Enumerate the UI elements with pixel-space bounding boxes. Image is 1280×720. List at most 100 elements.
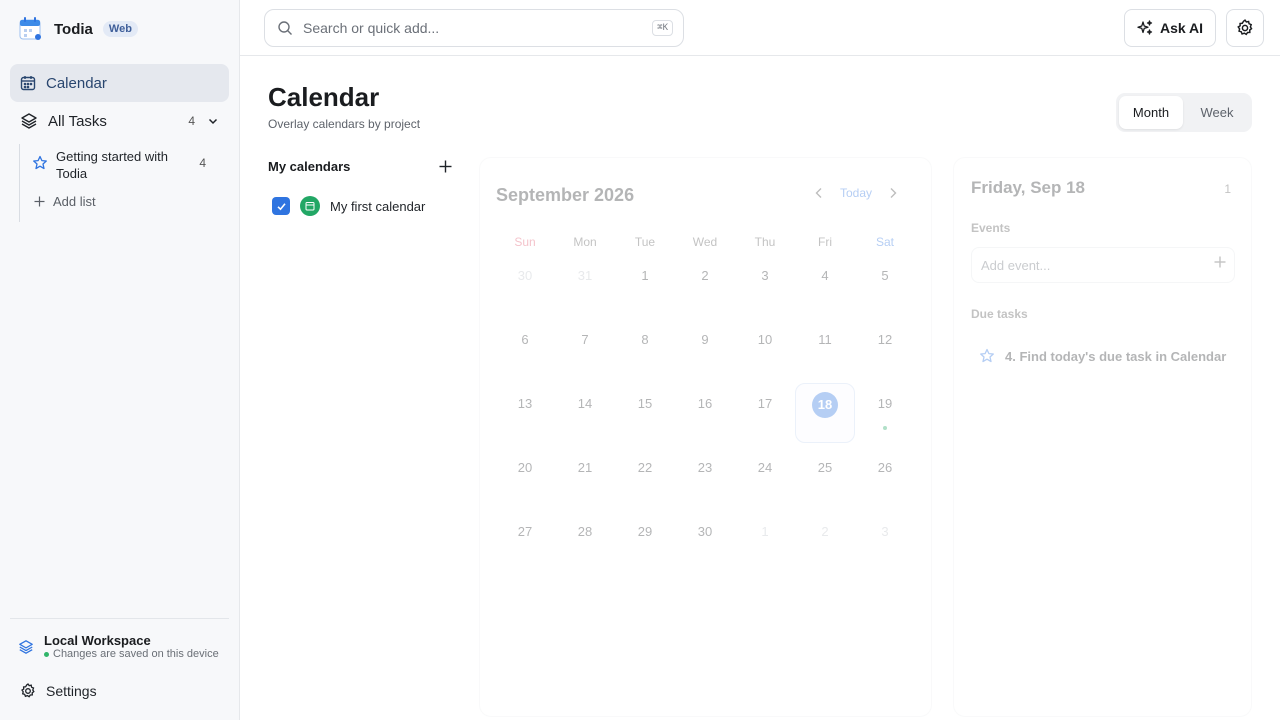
settings-label: Settings — [46, 683, 97, 699]
day-cell[interactable]: 31 — [555, 255, 615, 315]
day-cell[interactable]: 2 — [795, 511, 855, 571]
day-cell[interactable]: 5 — [855, 255, 915, 315]
day-cell[interactable]: 19 — [855, 383, 915, 443]
sidebar-item-project[interactable]: Getting started with Todia 4 — [32, 148, 212, 182]
workspace-switcher[interactable]: Local Workspace Changes are saved on thi… — [10, 618, 229, 660]
day-cell[interactable]: 16 — [675, 383, 735, 443]
day-number: 7 — [581, 332, 589, 347]
day-number: 28 — [577, 524, 593, 539]
top-bar: ⌘K Ask AI — [240, 0, 1280, 56]
layers-icon — [18, 639, 34, 655]
weekday-label: Tue — [634, 235, 656, 249]
day-cell[interactable]: 1 — [735, 511, 795, 571]
day-cell[interactable]: 26 — [855, 447, 915, 507]
day-cell[interactable]: 7 — [555, 319, 615, 379]
day-cell[interactable]: 13 — [495, 383, 555, 443]
day-number: 11 — [818, 332, 832, 347]
settings-button[interactable] — [1226, 9, 1264, 47]
day-cell[interactable]: 30 — [675, 511, 735, 571]
sidebar: Todia Web Calendar All Tasks 4 Getting s… — [0, 0, 240, 720]
day-cell[interactable]: 4 — [795, 255, 855, 315]
sidebar-item-settings[interactable]: Settings — [10, 680, 229, 702]
page-subtitle: Overlay calendars by project — [268, 117, 421, 131]
day-number: 22 — [637, 460, 653, 475]
brand[interactable]: Todia Web — [18, 16, 138, 42]
workspace-status-text: Changes are saved on this device — [53, 648, 219, 660]
day-item-count: 1 — [1224, 182, 1231, 196]
ask-ai-label: Ask AI — [1159, 20, 1204, 36]
day-cell[interactable]: 6 — [495, 319, 555, 379]
day-number: 8 — [641, 332, 649, 347]
day-number: 30 — [697, 524, 713, 539]
sidebar-item-label: Calendar — [46, 74, 107, 92]
day-cell[interactable]: 3 — [855, 511, 915, 571]
search-box[interactable]: ⌘K — [264, 9, 684, 47]
day-cell-selected[interactable]: 18 — [795, 383, 855, 443]
day-number: 2 — [701, 268, 709, 283]
sidebar-item-calendar[interactable]: Calendar — [10, 64, 229, 102]
day-cell[interactable]: 14 — [555, 383, 615, 443]
add-calendar-button[interactable] — [436, 157, 454, 175]
view-week-button[interactable]: Week — [1185, 96, 1249, 129]
status-dot — [44, 651, 49, 657]
day-number: 14 — [577, 396, 593, 411]
day-number: 16 — [697, 396, 713, 411]
day-number: 6 — [521, 332, 529, 347]
day-number: 21 — [577, 460, 593, 475]
today-button[interactable]: Today — [840, 186, 872, 200]
day-number: 3 — [761, 268, 769, 283]
task-count: 4 — [188, 114, 195, 128]
chevron-down-icon[interactable] — [207, 115, 219, 127]
day-cell[interactable]: 10 — [735, 319, 795, 379]
day-cell[interactable]: 28 — [555, 511, 615, 571]
calendar-list-item[interactable]: My first calendar — [272, 196, 425, 216]
ask-ai-button[interactable]: Ask AI — [1124, 9, 1216, 47]
weekday-label: Fri — [818, 235, 832, 249]
chevron-left-icon[interactable] — [814, 187, 824, 199]
add-event-input[interactable]: Add event... — [971, 247, 1235, 283]
day-cell[interactable]: 20 — [495, 447, 555, 507]
calendar-color-icon — [300, 196, 320, 216]
day-number: 13 — [517, 396, 533, 411]
due-task-item[interactable]: 4. Find today's due task in Calendar — [979, 348, 1229, 364]
day-cell[interactable]: 8 — [615, 319, 675, 379]
chevron-right-icon[interactable] — [888, 187, 898, 199]
day-number: 23 — [697, 460, 713, 475]
day-cell[interactable]: 15 — [615, 383, 675, 443]
day-cell[interactable]: 11 — [795, 319, 855, 379]
weekday-label: Mon — [573, 235, 597, 249]
day-cell[interactable]: 30 — [495, 255, 555, 315]
day-cell[interactable]: 27 — [495, 511, 555, 571]
layers-icon — [20, 112, 38, 130]
gear-icon — [20, 683, 36, 699]
day-cell[interactable]: 12 — [855, 319, 915, 379]
sidebar-item-all-tasks[interactable]: All Tasks 4 — [10, 102, 229, 140]
plus-icon[interactable] — [1214, 256, 1226, 268]
day-cell[interactable]: 23 — [675, 447, 735, 507]
plus-icon — [34, 196, 45, 207]
day-cell[interactable]: 2 — [675, 255, 735, 315]
day-cell[interactable]: 9 — [675, 319, 735, 379]
calendar-checkbox[interactable] — [272, 197, 290, 215]
view-month-button[interactable]: Month — [1119, 96, 1183, 129]
add-list-button[interactable]: Add list — [34, 194, 96, 209]
day-detail-panel: Friday, Sep 18 1 Events Add event... Due… — [953, 157, 1252, 717]
day-cell[interactable]: 1 — [615, 255, 675, 315]
search-input[interactable] — [303, 20, 633, 36]
calendar-icon — [20, 75, 36, 91]
day-number: 19 — [877, 396, 893, 411]
weekday-label: Sat — [875, 235, 894, 249]
day-number: 10 — [757, 332, 773, 347]
day-cell[interactable]: 22 — [615, 447, 675, 507]
day-number: 9 — [701, 332, 709, 347]
day-number: 20 — [517, 460, 533, 475]
day-cell[interactable]: 24 — [735, 447, 795, 507]
day-cell[interactable]: 25 — [795, 447, 855, 507]
day-cell[interactable]: 3 — [735, 255, 795, 315]
day-number: 2 — [821, 524, 829, 539]
day-cell[interactable]: 29 — [615, 511, 675, 571]
project-label: Getting started with Todia — [56, 149, 168, 181]
month-view: September 2026 Today Sun Mon Tue Wed Thu Fri S… — [479, 157, 932, 717]
day-cell[interactable]: 21 — [555, 447, 615, 507]
day-cell[interactable]: 17 — [735, 383, 795, 443]
